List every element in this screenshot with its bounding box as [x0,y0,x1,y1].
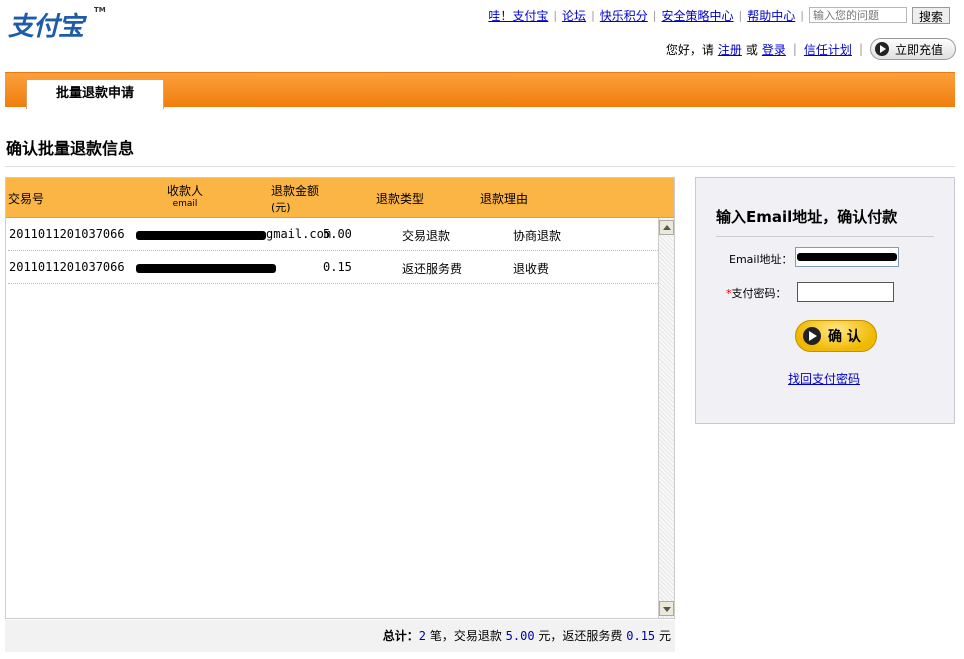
cell-type: 交易退款 [402,229,451,243]
user-nav: 您好，请 注册 或 登录 | 信任计划 | 立即充值 [666,38,956,60]
header-payee: 收款人 email [167,182,203,209]
play-circle-icon [874,42,889,56]
header-type: 退款类型 [376,192,425,206]
cell-email: gmail.com [266,227,332,241]
nav-separator: | [800,8,804,22]
redaction-mark [797,253,897,261]
forgot-password-link[interactable]: 找回支付密码 [788,370,860,387]
tab-bar: 批量退款申请 [5,72,955,109]
cell-reason: 协商退款 [513,229,562,243]
confirm-button[interactable]: 确 认 [795,320,877,352]
nav-link-points[interactable]: 快乐积分 [600,7,648,24]
confirm-title: 输入Email地址，确认付款 [716,208,898,226]
cell-amount: 0.15 [323,260,352,274]
recharge-label: 立即充值 [894,42,943,57]
summary-mid: 元，返还服务费 [538,629,623,643]
nav-separator: | [792,42,797,56]
confirm-panel: 输入Email地址，确认付款 Email地址： *支付密码： 确 认 找回支付密… [695,177,955,424]
table-body: 2011011201037066 gmail.com 5.00 交易退款 协商退… [6,218,674,618]
play-circle-icon [803,327,821,345]
table-scrollbar[interactable] [658,218,674,618]
nav-link-security[interactable]: 安全策略中心 [662,7,734,24]
register-link[interactable]: 注册 [718,41,742,58]
scroll-down-icon[interactable] [659,601,674,616]
nav-separator: | [553,8,558,22]
trust-plan-link[interactable]: 信任计划 [804,41,852,58]
summary-count: 2 [418,629,426,643]
nav-separator: | [858,42,863,56]
nav-link-forum[interactable]: 论坛 [562,7,586,24]
nav-separator: | [738,8,743,22]
header-payee-label: 收款人 [167,184,204,198]
summary-count-unit: 笔，交易退款 [429,629,502,643]
header-payee-sub: email [172,199,198,209]
logo-trademark: TM [94,6,106,14]
summary-label: 总计： [382,629,419,643]
summary-trade-refund: 5.00 [505,629,535,643]
header-amount-sub: (元) [271,201,291,214]
cell-amount: 5.00 [323,227,352,241]
nav-link-wow-alipay[interactable]: 哇！支付宝 [488,7,548,24]
table-row: 2011011201037066 0.15 返还服务费 退收费 [8,251,658,284]
header-amount: 退款金额 (元) [271,182,319,215]
password-label: *支付密码： [726,285,787,301]
header-trade-no: 交易号 [8,192,45,206]
refund-table: 交易号 收款人 email 退款金额 (元) 退款类型 退款理由 2011011… [5,177,675,619]
tab-batch-refund[interactable]: 批量退款申请 [26,79,164,109]
search-button[interactable]: 搜索 [911,6,950,24]
logo-text: 支付宝 [8,12,84,42]
greeting-text: 您好，请 [665,42,714,57]
search-input[interactable] [808,7,907,23]
cell-reason: 退收费 [513,262,550,276]
header-reason: 退款理由 [480,192,529,206]
recharge-button[interactable]: 立即充值 [869,38,956,60]
redaction-mark [136,264,276,273]
page-title: 确认批量退款信息 [6,139,135,158]
summary-bar: 总计：2 笔，交易退款 5.00 元，返还服务费 0.15 元 [5,620,675,652]
summary-fee-refund: 0.15 [626,629,656,643]
table-header: 交易号 收款人 email 退款金额 (元) 退款类型 退款理由 [6,178,674,218]
top-nav: 哇！支付宝 | 论坛 | 快乐积分 | 安全策略中心 | 帮助中心 | 搜索 [486,6,950,24]
nav-separator: | [652,8,657,22]
header-amount-label: 退款金额 [271,184,320,198]
password-field[interactable] [797,282,894,302]
or-text: 或 [745,42,758,57]
nav-separator: | [591,8,595,22]
scroll-up-icon[interactable] [659,220,674,235]
summary-end: 元 [658,629,671,643]
login-link[interactable]: 登录 [762,41,786,58]
divider [5,166,955,167]
cell-trade-no: 2011011201037066 [9,260,125,274]
password-label-text: 支付密码： [731,287,787,300]
confirm-button-label: 确 认 [828,329,861,345]
email-label: Email地址： [729,253,793,266]
cell-type: 返还服务费 [402,262,463,276]
table-row: 2011011201037066 gmail.com 5.00 交易退款 协商退… [8,218,658,251]
alipay-logo[interactable]: 支付宝 TM [6,4,106,44]
cell-trade-no: 2011011201037066 [9,227,125,241]
redaction-mark [136,231,266,240]
divider [716,236,934,237]
nav-link-help[interactable]: 帮助中心 [747,7,795,24]
